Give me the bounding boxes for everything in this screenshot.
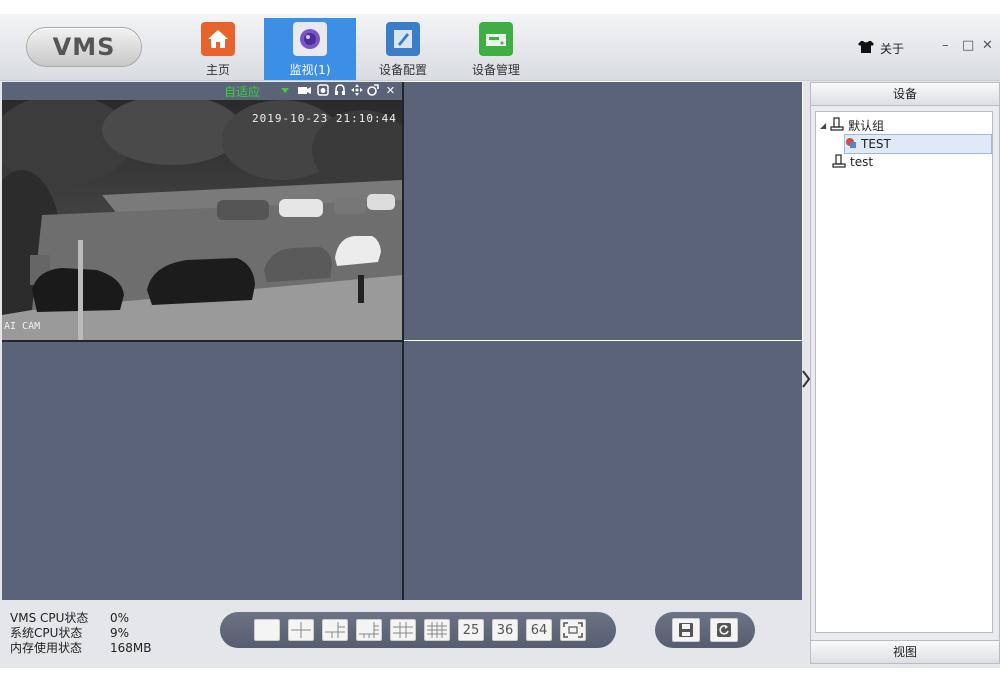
close-button[interactable]: ✕ [982, 38, 993, 53]
layout-64-button[interactable]: 64 [526, 619, 552, 641]
record-icon[interactable] [298, 84, 311, 97]
nav-device-manage[interactable]: 设备管理 [468, 18, 524, 80]
camera-overlay-label: AI CAM [4, 321, 41, 332]
action-toolbar [655, 612, 755, 648]
video-cell-3[interactable] [2, 342, 402, 600]
device-panel: 设备 ◢ 默认组 TEST test 视图 [810, 82, 1000, 664]
nav-home-label: 主页 [205, 63, 230, 77]
video-timestamp: 2019-10-23 21:10:44 [252, 112, 397, 125]
tree-group-test[interactable]: test [832, 153, 873, 171]
panel-toggle-chevron-icon[interactable] [802, 370, 811, 392]
nav-device-config[interactable]: 设备配置 [375, 18, 431, 80]
expand-triangle-icon[interactable]: ◢ [820, 121, 826, 130]
layout-36-button[interactable]: 36 [492, 619, 518, 641]
close-video-icon[interactable]: ✕ [384, 84, 397, 97]
mem-value: 168MB [110, 641, 152, 655]
shirt-icon [858, 40, 874, 57]
view-panel-tab[interactable]: 视图 [811, 640, 999, 663]
layout-4-icon[interactable] [288, 619, 314, 641]
about-button[interactable]: 关于 [858, 40, 904, 57]
layout-16-icon[interactable] [424, 619, 450, 641]
nav-device-manage-label: 设备管理 [471, 63, 520, 77]
camera-feed-image: 2019-10-23 21:10:44 AI CAM [2, 100, 402, 340]
video-grid: 自适应 ✕ 2019-10-23 21:10:44 AI CAM [2, 81, 803, 600]
video-cell-1[interactable]: 自适应 ✕ 2019-10-23 21:10:44 AI CAM [2, 82, 402, 340]
minimize-button[interactable]: – [942, 38, 949, 53]
device-manage-icon [479, 22, 513, 56]
layout-6-icon[interactable] [322, 619, 348, 641]
layout-1-icon[interactable] [254, 619, 280, 641]
fullscreen-icon[interactable] [560, 619, 586, 641]
grid-divider-horizontal [2, 340, 402, 342]
sys-cpu-value: 9% [110, 626, 130, 640]
tree-device-label: TEST [861, 137, 891, 151]
nav-monitor[interactable]: 监视(1) [264, 18, 356, 80]
device-group-icon [830, 116, 844, 134]
nav-device-config-label: 设备配置 [378, 63, 427, 77]
camera-device-icon [845, 137, 857, 152]
layout-8-icon[interactable] [356, 619, 382, 641]
layout-toolbar: 25 36 64 [220, 612, 616, 648]
app-logo-text: VMS [52, 33, 116, 61]
video-cell-4[interactable] [404, 342, 802, 600]
app-logo: VMS [26, 27, 142, 67]
nav-monitor-label: 监视(1) [289, 63, 331, 77]
layout-9-icon[interactable] [390, 619, 416, 641]
maximize-button[interactable]: □ [962, 38, 974, 53]
video-cell-2[interactable] [403, 81, 803, 341]
about-label: 关于 [880, 42, 905, 56]
tree-device-test[interactable]: TEST [844, 134, 992, 154]
tree-group2-label: test [850, 155, 874, 169]
fit-mode-select[interactable]: 自适应 [224, 83, 260, 100]
system-status: VMS CPU状态 0% 系统CPU状态 9% 内存使用状态 168MB [10, 611, 152, 656]
top-bar: VMS 主页 监视(1) 设备配置 设备管理 关于 – □ ✕ [0, 14, 1000, 81]
nav-home[interactable]: 主页 [194, 18, 242, 80]
snapshot-icon[interactable] [316, 84, 329, 97]
mem-label: 内存使用状态 [10, 641, 83, 655]
ptz-move-icon[interactable] [350, 84, 363, 97]
app-window: VMS 主页 监视(1) 设备配置 设备管理 关于 – □ ✕ 自适应 ✕ 20… [0, 14, 1000, 668]
device-config-icon [386, 22, 420, 56]
vms-cpu-value: 0% [110, 611, 130, 625]
audio-icon[interactable] [333, 84, 346, 97]
sys-cpu-label: 系统CPU状态 [10, 626, 83, 640]
tree-group-default[interactable]: ◢ 默认组 [820, 116, 884, 134]
settings-icon[interactable] [366, 84, 379, 97]
grid-divider-vertical [402, 82, 404, 600]
monitor-lens-icon [293, 22, 327, 56]
chevron-down-icon[interactable] [281, 88, 289, 93]
camera-toolbar: 自适应 ✕ [2, 82, 402, 100]
save-icon[interactable] [672, 618, 700, 642]
tree-group-label: 默认组 [848, 118, 885, 133]
device-panel-header[interactable]: 设备 [811, 83, 999, 106]
layout-25-button[interactable]: 25 [458, 619, 484, 641]
device-group-icon [832, 153, 846, 171]
refresh-icon[interactable] [710, 618, 738, 642]
vms-cpu-label: VMS CPU状态 [10, 611, 89, 625]
home-icon [201, 22, 235, 56]
device-tree: ◢ 默认组 TEST test [815, 111, 993, 633]
